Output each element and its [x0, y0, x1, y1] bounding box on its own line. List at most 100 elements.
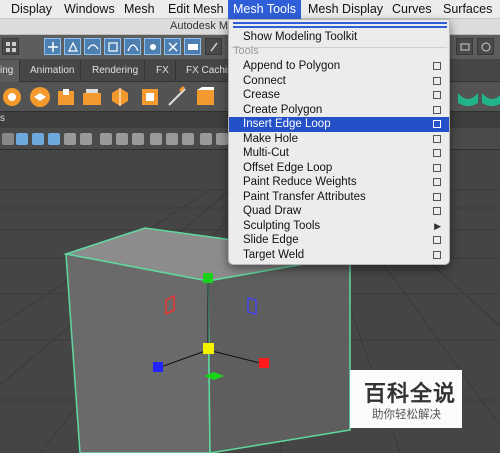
film-gate-icon[interactable] [166, 133, 178, 145]
menu-item-label: Quad Draw [243, 205, 302, 217]
option-box-icon[interactable] [433, 149, 441, 157]
xray-icon[interactable] [100, 133, 112, 145]
bevel-icon[interactable] [194, 85, 218, 109]
render-icon[interactable] [456, 38, 473, 55]
multi-cut-tool-icon[interactable] [166, 85, 190, 109]
ambient-occlusion-icon[interactable] [200, 133, 212, 145]
viewport-setting-icon[interactable] [216, 133, 228, 145]
option-box-icon[interactable] [433, 62, 441, 70]
app-menubar: Display Windows Mesh Edit Mesh Mesh Tool… [0, 0, 500, 19]
snap-to-curve-icon[interactable] [124, 38, 141, 55]
menu-item-label: Connect [243, 74, 286, 87]
y-axis-handle[interactable] [203, 273, 213, 283]
panel-label: s [0, 113, 5, 124]
make-live-icon[interactable] [205, 38, 222, 55]
option-box-icon[interactable] [433, 192, 441, 201]
menu-item-paint-reduce-weights[interactable]: Paint Reduce Weights [229, 175, 449, 190]
tab-rendering[interactable]: Rendering [86, 60, 146, 82]
ipr-render-icon[interactable] [477, 38, 494, 55]
menu-item-label: Multi-Cut [243, 147, 290, 159]
menu-item-label: Append to Polygon [243, 60, 341, 72]
menu-item-make-hole[interactable]: Make Hole [229, 132, 449, 147]
option-box-icon[interactable] [433, 105, 441, 114]
menu-surfaces[interactable]: Surfaces [443, 0, 492, 19]
menu-item-crease[interactable]: Crease [229, 88, 449, 103]
menu-item-multi-cut[interactable]: Multi-Cut [229, 146, 449, 161]
select-by-component-icon[interactable] [84, 38, 101, 55]
menu-item-connect[interactable]: Connect [229, 74, 449, 89]
menu-item-label: Sculpting Tools [243, 219, 321, 232]
select-by-hierarchy-icon[interactable] [44, 38, 61, 55]
option-box-icon[interactable] [433, 207, 441, 215]
window-title: Autodesk M [170, 20, 229, 32]
menu-item-label: Make Hole [243, 132, 298, 145]
menu-item-quad-draw[interactable]: Quad Draw [229, 204, 449, 219]
menu-item-insert-edge-loop[interactable]: Insert Edge Loop [229, 117, 449, 132]
watermark-logo: 百科全说 助你轻松解决 [350, 370, 462, 428]
tab-animation[interactable]: Animation [24, 60, 82, 82]
menu-item-target-weld[interactable]: Target Weld [229, 248, 449, 263]
menu-mesh[interactable]: Mesh [124, 0, 155, 19]
option-box-icon[interactable] [433, 76, 441, 85]
poly-cube-icon[interactable] [28, 85, 52, 109]
menu-item-offset-edge-loop[interactable]: Offset Edge Loop [229, 161, 449, 176]
hud-icon[interactable] [182, 133, 194, 145]
menu-item-label: Paint Reduce Weights [243, 176, 357, 188]
grid-toggle-icon[interactable] [132, 133, 144, 145]
center-handle[interactable] [203, 343, 214, 354]
snap-to-grid-icon[interactable] [104, 38, 121, 55]
mesh-tools-menu: Show Modeling Toolkit Tools Append to Po… [228, 19, 450, 265]
sculpt-smooth-icon[interactable] [456, 85, 480, 109]
menu-windows[interactable]: Windows [64, 0, 115, 19]
camera-icon[interactable] [2, 133, 14, 145]
option-box-icon[interactable] [433, 236, 441, 244]
menu-item-append-to-polygon[interactable]: Append to Polygon [229, 59, 449, 74]
option-box-icon[interactable] [433, 120, 441, 128]
watermark-brand: 百科全说 [364, 382, 457, 407]
menu-set-icon[interactable] [2, 38, 19, 55]
menu-item-label: Crease [243, 89, 281, 101]
poly-torus-icon[interactable] [138, 85, 162, 109]
option-box-icon[interactable] [433, 178, 441, 186]
tab-fx[interactable]: FX [150, 60, 176, 82]
menu-item-label: Insert Edge Loop [243, 118, 331, 130]
menu-item-create-polygon[interactable]: Create Polygon [229, 103, 449, 118]
wireframe-icon[interactable] [16, 133, 28, 145]
watermark-tagline: 助你轻松解决 [372, 407, 441, 421]
menu-tear-off[interactable] [233, 22, 447, 28]
poly-cylinder-icon[interactable] [54, 85, 78, 109]
sculpt-relax-icon[interactable] [480, 85, 500, 109]
poly-cone-icon[interactable] [80, 85, 104, 109]
snap-to-view-plane-icon[interactable] [184, 38, 201, 55]
option-box-icon[interactable] [433, 250, 441, 259]
menu-item-label: Target Weld [243, 248, 305, 261]
shadows-icon[interactable] [80, 133, 92, 145]
poly-plane-icon[interactable] [108, 85, 132, 109]
isolate-select-icon[interactable] [116, 133, 128, 145]
poly-sphere-icon[interactable] [2, 85, 26, 109]
menu-mesh-tools[interactable]: Mesh Tools [228, 0, 301, 19]
resolution-gate-icon[interactable] [150, 133, 162, 145]
menu-mesh-display[interactable]: Mesh Display [308, 0, 383, 19]
x-axis-handle[interactable] [259, 358, 269, 368]
option-box-icon[interactable] [433, 91, 441, 99]
textured-icon[interactable] [48, 133, 60, 145]
snap-to-surface-icon[interactable] [164, 38, 181, 55]
option-box-icon[interactable] [433, 163, 441, 172]
menu-edit-mesh[interactable]: Edit Mesh [168, 0, 224, 19]
menu-item-sculpting-tools[interactable]: Sculpting Tools ▶ [229, 219, 449, 234]
option-box-icon[interactable] [433, 134, 441, 143]
menu-curves[interactable]: Curves [392, 0, 432, 19]
menu-item-label: Create Polygon [243, 103, 323, 116]
menu-section-tools: Tools [233, 45, 259, 57]
smooth-shade-icon[interactable] [32, 133, 44, 145]
menu-item-paint-transfer-attributes[interactable]: Paint Transfer Attributes [229, 190, 449, 205]
z-axis-handle[interactable] [153, 362, 163, 372]
tab-modeling[interactable]: ing [0, 60, 21, 82]
snap-to-point-icon[interactable] [144, 38, 161, 55]
menu-display[interactable]: Display [11, 0, 52, 19]
lights-icon[interactable] [64, 133, 76, 145]
select-by-object-icon[interactable] [64, 38, 81, 55]
menu-item-slide-edge[interactable]: Slide Edge [229, 233, 449, 248]
menu-item-show-modeling-toolkit[interactable]: Show Modeling Toolkit [229, 30, 449, 45]
